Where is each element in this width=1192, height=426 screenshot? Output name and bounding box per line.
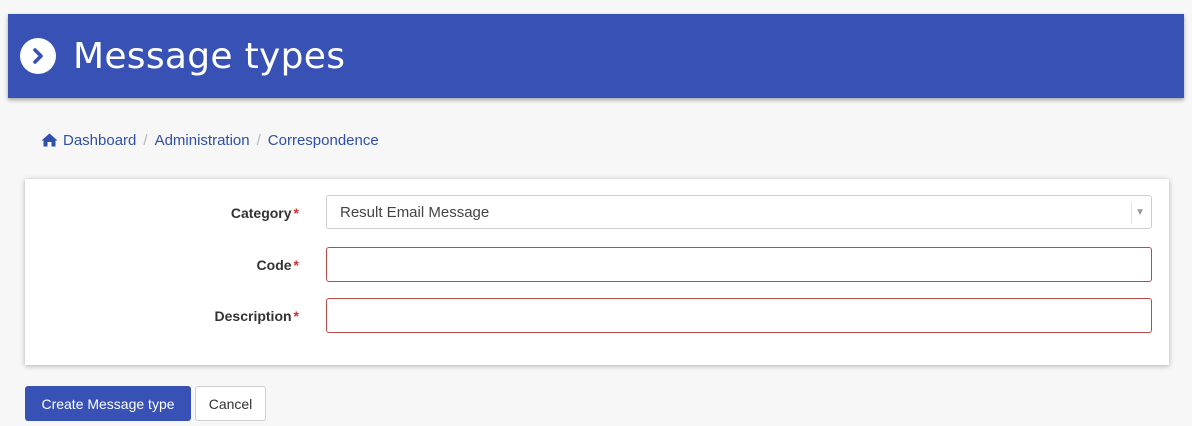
category-row: Category * Result Email Message ▼ bbox=[25, 195, 1169, 231]
category-label: Category * bbox=[230, 205, 299, 221]
create-message-type-button[interactable]: Create Message type bbox=[25, 386, 191, 421]
code-input[interactable] bbox=[326, 247, 1152, 282]
required-marker: * bbox=[293, 308, 299, 324]
breadcrumb-separator: / bbox=[143, 131, 148, 149]
page-header: Message types bbox=[8, 14, 1184, 98]
description-row: Description * bbox=[25, 298, 1169, 334]
description-input[interactable] bbox=[326, 298, 1152, 333]
breadcrumb-item-dashboard[interactable]: Dashboard bbox=[63, 132, 136, 149]
page-title: Message types bbox=[73, 35, 346, 77]
breadcrumb-separator: / bbox=[256, 131, 261, 149]
required-marker: * bbox=[293, 205, 299, 221]
category-select[interactable]: Result Email Message ▼ bbox=[326, 195, 1152, 229]
breadcrumb-item-correspondence[interactable]: Correspondence bbox=[268, 132, 379, 149]
required-marker: * bbox=[293, 257, 299, 273]
message-type-form: Category * Result Email Message ▼ Code * D… bbox=[25, 179, 1169, 365]
code-label: Code * bbox=[256, 257, 299, 273]
description-label: Description * bbox=[214, 308, 299, 324]
dropdown-arrow-icon[interactable]: ▼ bbox=[1135, 196, 1145, 230]
chevron-right-circle-icon bbox=[20, 38, 56, 74]
breadcrumb-item-administration[interactable]: Administration bbox=[155, 132, 250, 149]
category-selected-value: Result Email Message bbox=[340, 204, 490, 221]
code-row: Code * bbox=[25, 247, 1169, 283]
home-icon[interactable] bbox=[41, 133, 58, 147]
select-divider bbox=[1131, 202, 1132, 224]
breadcrumb: Dashboard / Administration / Corresponde… bbox=[41, 130, 379, 150]
cancel-button[interactable]: Cancel bbox=[195, 386, 266, 421]
